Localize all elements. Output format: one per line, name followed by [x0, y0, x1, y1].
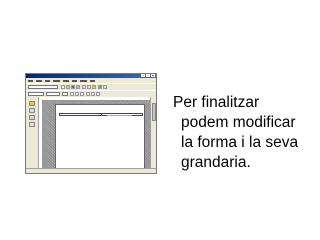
shape-icon[interactable]: [29, 115, 35, 120]
caption-line: la forma i la seva: [181, 134, 299, 151]
drawing-side-panel: [26, 97, 39, 173]
menu-item[interactable]: [80, 79, 87, 82]
caption-line: Per finalitzar: [173, 94, 260, 111]
slide-caption: Per finalitzar podem modificar la forma …: [173, 93, 318, 173]
scrollbar-thumb[interactable]: [151, 103, 156, 121]
formatting-toolbar: [26, 90, 156, 97]
table-icon[interactable]: [103, 85, 107, 89]
menu-item[interactable]: [90, 79, 95, 82]
text-icon[interactable]: [29, 108, 35, 113]
menu-item[interactable]: [72, 79, 77, 82]
align-left-icon[interactable]: [86, 92, 90, 96]
style-select[interactable]: [28, 92, 44, 96]
menu-item[interactable]: [63, 79, 69, 82]
open-icon[interactable]: [66, 85, 70, 89]
menu-item[interactable]: [53, 79, 60, 82]
bold-icon[interactable]: [70, 92, 74, 96]
menu-item[interactable]: [36, 79, 42, 82]
url-field[interactable]: [28, 85, 58, 89]
caption-line: grandaria.: [181, 154, 251, 171]
italic-icon[interactable]: [75, 92, 79, 96]
cut-icon[interactable]: [82, 85, 86, 89]
document-page[interactable]: [55, 104, 145, 173]
new-document-icon[interactable]: [61, 85, 65, 89]
print-icon[interactable]: [76, 85, 80, 89]
chart-icon[interactable]: [98, 85, 102, 89]
font-select[interactable]: [46, 92, 60, 96]
caption-line: podem modificar: [181, 114, 296, 131]
table-cell[interactable]: [102, 114, 143, 116]
table-cell[interactable]: [60, 114, 102, 115]
application-screenshot: [25, 73, 157, 174]
status-bar: [26, 168, 156, 173]
document-workspace: [43, 101, 151, 173]
maximize-icon[interactable]: [146, 74, 150, 77]
close-icon[interactable]: [151, 74, 155, 77]
align-center-icon[interactable]: [91, 92, 95, 96]
cell-text: [106, 115, 132, 116]
save-icon[interactable]: [71, 85, 75, 89]
vertical-scrollbar[interactable]: [150, 97, 156, 169]
menu-item[interactable]: [45, 79, 50, 82]
document-table[interactable]: [59, 113, 143, 116]
align-right-icon[interactable]: [96, 92, 100, 96]
paste-icon[interactable]: [92, 85, 96, 89]
image-icon[interactable]: [29, 122, 35, 127]
folder-icon[interactable]: [29, 101, 35, 106]
font-size-select[interactable]: [62, 92, 68, 96]
minimize-icon[interactable]: [141, 74, 145, 77]
standard-toolbar: [26, 83, 156, 90]
menu-item[interactable]: [28, 79, 33, 82]
copy-icon[interactable]: [87, 85, 91, 89]
underline-icon[interactable]: [80, 92, 84, 96]
